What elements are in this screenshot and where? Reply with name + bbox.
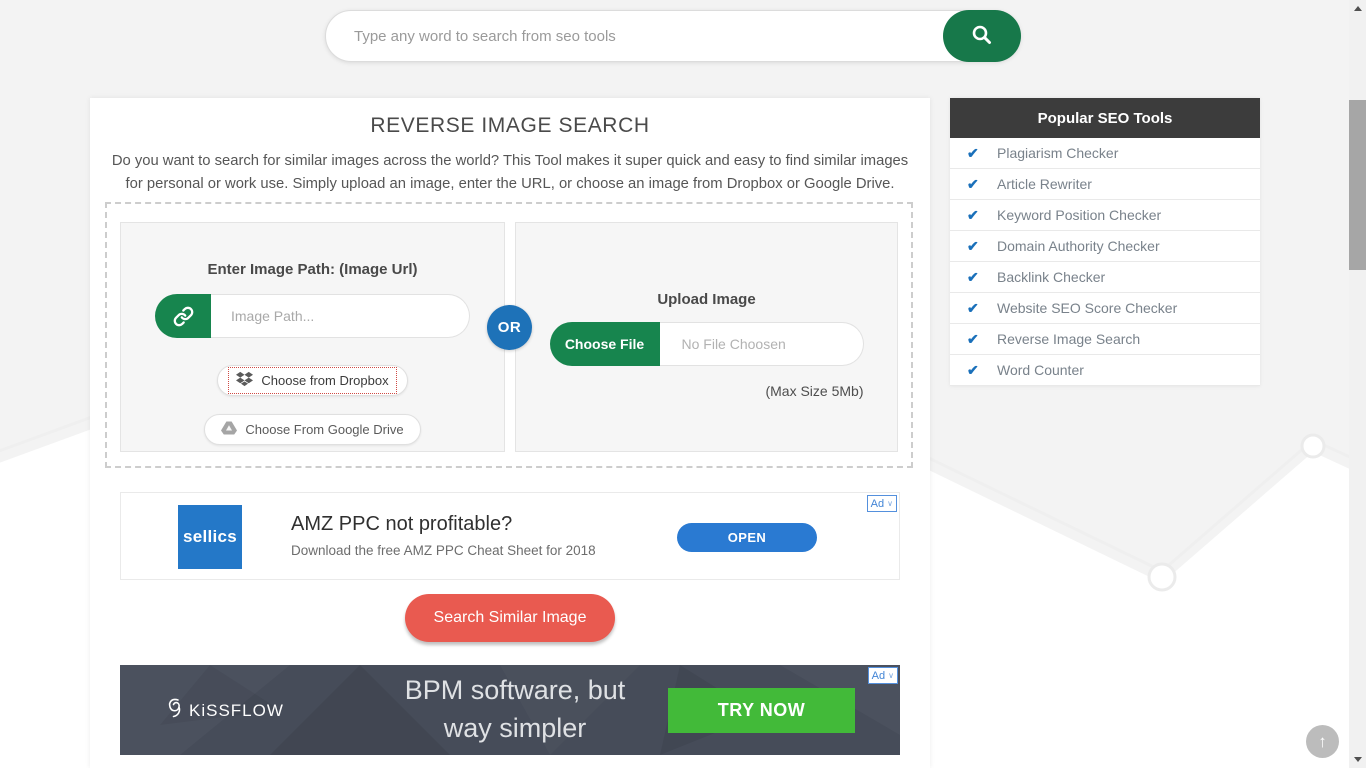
sidebar-item-label: Backlink Checker: [997, 269, 1106, 285]
search-input[interactable]: [326, 11, 926, 61]
ad-headline: AMZ PPC not profitable?: [291, 513, 513, 535]
image-url-panel: Enter Image Path: (Image Url) Image Path…: [120, 222, 505, 452]
search-icon: [970, 23, 994, 50]
sidebar-item-label: Reverse Image Search: [997, 331, 1141, 347]
sidebar-item-label: Website SEO Score Checker: [997, 300, 1178, 316]
dropbox-icon: [236, 371, 254, 390]
ad-banner-sellics[interactable]: Ad ∨ sellics AMZ PPC not profitable? Dow…: [120, 492, 900, 580]
sidebar-item-label: Article Rewriter: [997, 176, 1092, 192]
ad-badge-label: Ad: [871, 669, 886, 682]
ad-badge[interactable]: Ad ∨: [867, 667, 898, 684]
scrollbar-down-arrow[interactable]: [1349, 751, 1366, 768]
or-separator: OR: [487, 305, 532, 350]
check-icon: ✔: [967, 237, 979, 254]
up-arrow-icon: ↑: [1318, 731, 1327, 751]
ad-headline-line2: way simpler: [443, 713, 587, 743]
image-path-input[interactable]: [211, 294, 470, 338]
sidebar-item-label: Domain Authority Checker: [997, 238, 1160, 254]
kissflow-logo: KiSSFLOW: [165, 697, 284, 724]
google-drive-icon: [221, 421, 238, 438]
ad-banner-kissflow[interactable]: Ad ∨ KiSSFLOW BPM software, but way simp…: [120, 665, 900, 755]
sidebar-item-label: Keyword Position Checker: [997, 207, 1162, 223]
upload-image-panel: Upload Image Choose File No File Choosen…: [515, 222, 898, 452]
kissflow-loop-icon: [165, 697, 185, 724]
sidebar-item-label: Word Counter: [997, 362, 1084, 378]
image-upload-zone: Enter Image Path: (Image Url) Image Path…: [105, 202, 913, 468]
check-icon: ✔: [967, 144, 979, 161]
sidebar-item-keyword-position-checker[interactable]: ✔ Keyword Position Checker: [950, 200, 1260, 231]
sidebar-item-backlink-checker[interactable]: ✔ Backlink Checker: [950, 262, 1260, 293]
sidebar-item-plagiarism-checker[interactable]: ✔ Plagiarism Checker: [950, 138, 1260, 169]
kissflow-logo-label: KiSSFLOW: [189, 700, 284, 720]
choose-from-google-drive-button[interactable]: Choose From Google Drive: [204, 414, 421, 445]
vertical-scrollbar[interactable]: [1349, 0, 1366, 768]
dropbox-button-label: Choose from Dropbox: [261, 373, 389, 388]
check-icon: ✔: [967, 330, 979, 347]
check-icon: ✔: [967, 175, 979, 192]
image-path-group: [155, 294, 470, 338]
check-icon: ✔: [967, 299, 979, 316]
check-icon: ✔: [967, 268, 979, 285]
sidebar-item-domain-authority-checker[interactable]: ✔ Domain Authority Checker: [950, 231, 1260, 262]
page-title: REVERSE IMAGE SEARCH: [370, 114, 650, 137]
scrollbar-thumb[interactable]: [1349, 100, 1366, 270]
scroll-to-top-button[interactable]: ↑: [1306, 725, 1339, 758]
choose-file-button[interactable]: Choose File: [549, 322, 660, 366]
image-url-heading: Enter Image Path: (Image Url): [207, 261, 418, 278]
file-picker-group: Choose File No File Choosen: [549, 322, 864, 366]
check-icon: ✔: [967, 361, 979, 378]
chevron-down-icon: ∨: [888, 671, 894, 680]
link-icon: [155, 294, 211, 338]
page-description: Do you want to search for similar images…: [111, 153, 909, 192]
chevron-down-icon: ∨: [887, 499, 893, 508]
sidebar-item-website-seo-score-checker[interactable]: ✔ Website SEO Score Checker: [950, 293, 1260, 324]
search-similar-image-button[interactable]: Search Similar Image: [405, 594, 615, 642]
seo-tools-search-bar: [325, 10, 1021, 62]
sidebar-item-word-counter[interactable]: ✔ Word Counter: [950, 355, 1260, 386]
sidebar-title: Popular SEO Tools: [950, 98, 1260, 138]
sidebar-item-label: Plagiarism Checker: [997, 145, 1119, 161]
choose-from-dropbox-button[interactable]: Choose from Dropbox: [217, 365, 408, 396]
popular-seo-tools-sidebar: Popular SEO Tools ✔ Plagiarism Checker ✔…: [950, 98, 1260, 386]
sidebar-item-article-rewriter[interactable]: ✔ Article Rewriter: [950, 169, 1260, 200]
file-status-text: No File Choosen: [659, 322, 864, 366]
max-size-note: (Max Size 5Mb): [765, 383, 864, 399]
sidebar-item-reverse-image-search[interactable]: ✔ Reverse Image Search: [950, 324, 1260, 355]
upload-image-heading: Upload Image: [657, 291, 756, 308]
ad-badge-label: Ad: [870, 497, 885, 510]
ad-open-button[interactable]: OPEN: [677, 523, 817, 552]
check-icon: ✔: [967, 206, 979, 223]
sellics-logo: sellics: [178, 505, 242, 569]
scrollbar-up-arrow[interactable]: [1349, 0, 1366, 17]
ad-try-now-button[interactable]: TRY NOW: [668, 688, 855, 733]
main-content-card: REVERSE IMAGE SEARCH Do you want to sear…: [90, 98, 930, 768]
ad-subtext: Download the free AMZ PPC Cheat Sheet fo…: [291, 543, 596, 558]
gdrive-button-label: Choose From Google Drive: [245, 422, 404, 437]
search-button[interactable]: [943, 10, 1021, 62]
ad-headline: BPM software, but way simpler: [300, 671, 730, 747]
ad-badge[interactable]: Ad ∨: [866, 495, 897, 512]
ad-headline-line1: BPM software, but: [404, 675, 626, 705]
